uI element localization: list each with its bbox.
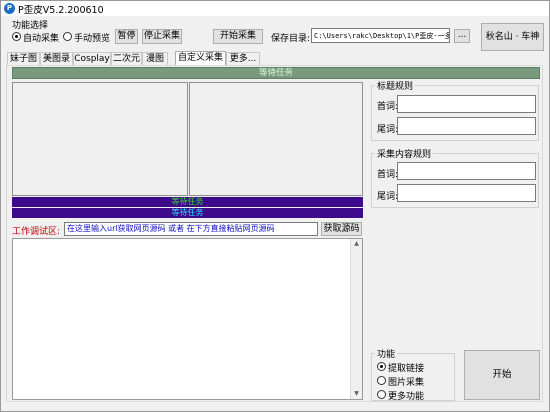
save-dir-field[interactable]: C:\Users\rakc\Desktop\1\P歪皮-一多巴 bbox=[311, 28, 450, 43]
function-legend: 功能 bbox=[375, 347, 398, 360]
pause-button[interactable]: 暂停 bbox=[115, 29, 138, 44]
start-collect-button[interactable]: 开始采集 bbox=[213, 29, 263, 44]
status-line-1: 等待任务 bbox=[12, 197, 363, 207]
tab-erciyuan[interactable]: 二次元 bbox=[111, 52, 142, 65]
more-functions-radio[interactable] bbox=[377, 390, 386, 399]
tab-meizitu[interactable]: 妹子图 bbox=[7, 52, 40, 65]
more-functions-label[interactable]: 更多功能 bbox=[388, 389, 424, 402]
save-dir-label: 保存目录: bbox=[271, 34, 311, 44]
window-title: P歪皮V5.2.200610 bbox=[18, 5, 104, 16]
title-head-input[interactable] bbox=[397, 95, 536, 113]
status-line-2: 等待任务 bbox=[12, 208, 363, 218]
manual-preview-radio[interactable] bbox=[63, 32, 72, 41]
content-head-label: 首词: bbox=[377, 170, 399, 180]
title-tail-input[interactable] bbox=[397, 117, 536, 135]
browse-button[interactable]: ... bbox=[454, 29, 470, 43]
preview-panel-right bbox=[189, 82, 363, 196]
tab-custom-collect[interactable]: 自定义采集 bbox=[175, 51, 226, 65]
title-rules-legend: 标题规则 bbox=[375, 79, 416, 92]
source-textarea[interactable]: ▲ ▼ bbox=[12, 238, 363, 400]
auto-collect-label[interactable]: 自动采集 bbox=[23, 31, 59, 44]
tab-mantu[interactable]: 漫图 bbox=[142, 52, 168, 65]
fetch-source-button[interactable]: 获取源码 bbox=[321, 222, 362, 236]
mode-legend: 功能选择 bbox=[12, 21, 49, 31]
debug-label: 工作调试区: bbox=[12, 227, 61, 237]
url-input-text: 在这里输入url获取网页源码 或者 在下方直接粘贴网页源码 bbox=[67, 224, 275, 233]
stop-collect-button[interactable]: 停止采集 bbox=[142, 29, 182, 44]
tab-cosplay[interactable]: Cosplay bbox=[73, 52, 111, 65]
url-input[interactable]: 在这里输入url获取网页源码 或者 在下方直接粘贴网页源码 bbox=[64, 222, 318, 236]
content-tail-input[interactable] bbox=[397, 184, 536, 202]
title-bar: P P歪皮V5.2.200610 bbox=[1, 1, 549, 16]
car-god-button[interactable]: 秋名山 · 车神 bbox=[481, 23, 544, 51]
textarea-scrollbar[interactable]: ▲ ▼ bbox=[350, 239, 362, 399]
app-logo-icon: P bbox=[4, 3, 15, 14]
extract-links-label[interactable]: 提取链接 bbox=[388, 361, 424, 374]
image-collect-label[interactable]: 图片采集 bbox=[388, 375, 424, 388]
scroll-down-arrow-icon[interactable]: ▼ bbox=[351, 389, 362, 399]
save-dir-value: C:\Users\rakc\Desktop\1\P歪皮-一多巴 bbox=[314, 32, 450, 40]
task-status-bar: 等待任务 bbox=[12, 67, 540, 79]
status-line-1-text: 等待任务 bbox=[171, 197, 204, 206]
extract-links-radio[interactable] bbox=[377, 362, 386, 371]
tab-meitulu[interactable]: 美图录 bbox=[40, 52, 73, 65]
content-head-input[interactable] bbox=[397, 162, 536, 180]
preview-panel-left bbox=[12, 82, 188, 196]
image-collect-radio[interactable] bbox=[377, 376, 386, 385]
title-head-label: 首词: bbox=[377, 102, 399, 112]
tab-more[interactable]: 更多... bbox=[226, 52, 260, 65]
scroll-up-arrow-icon[interactable]: ▲ bbox=[351, 239, 362, 249]
start-button[interactable]: 开始 bbox=[464, 350, 540, 400]
task-status-text: 等待任务 bbox=[258, 68, 293, 78]
content-rules-legend: 采集内容规则 bbox=[375, 147, 434, 160]
manual-preview-label[interactable]: 手动预览 bbox=[74, 31, 110, 44]
title-tail-label: 尾词: bbox=[377, 125, 399, 135]
status-line-2-text: 等待任务 bbox=[171, 208, 204, 217]
auto-collect-radio[interactable] bbox=[12, 32, 21, 41]
content-tail-label: 尾词: bbox=[377, 192, 399, 202]
